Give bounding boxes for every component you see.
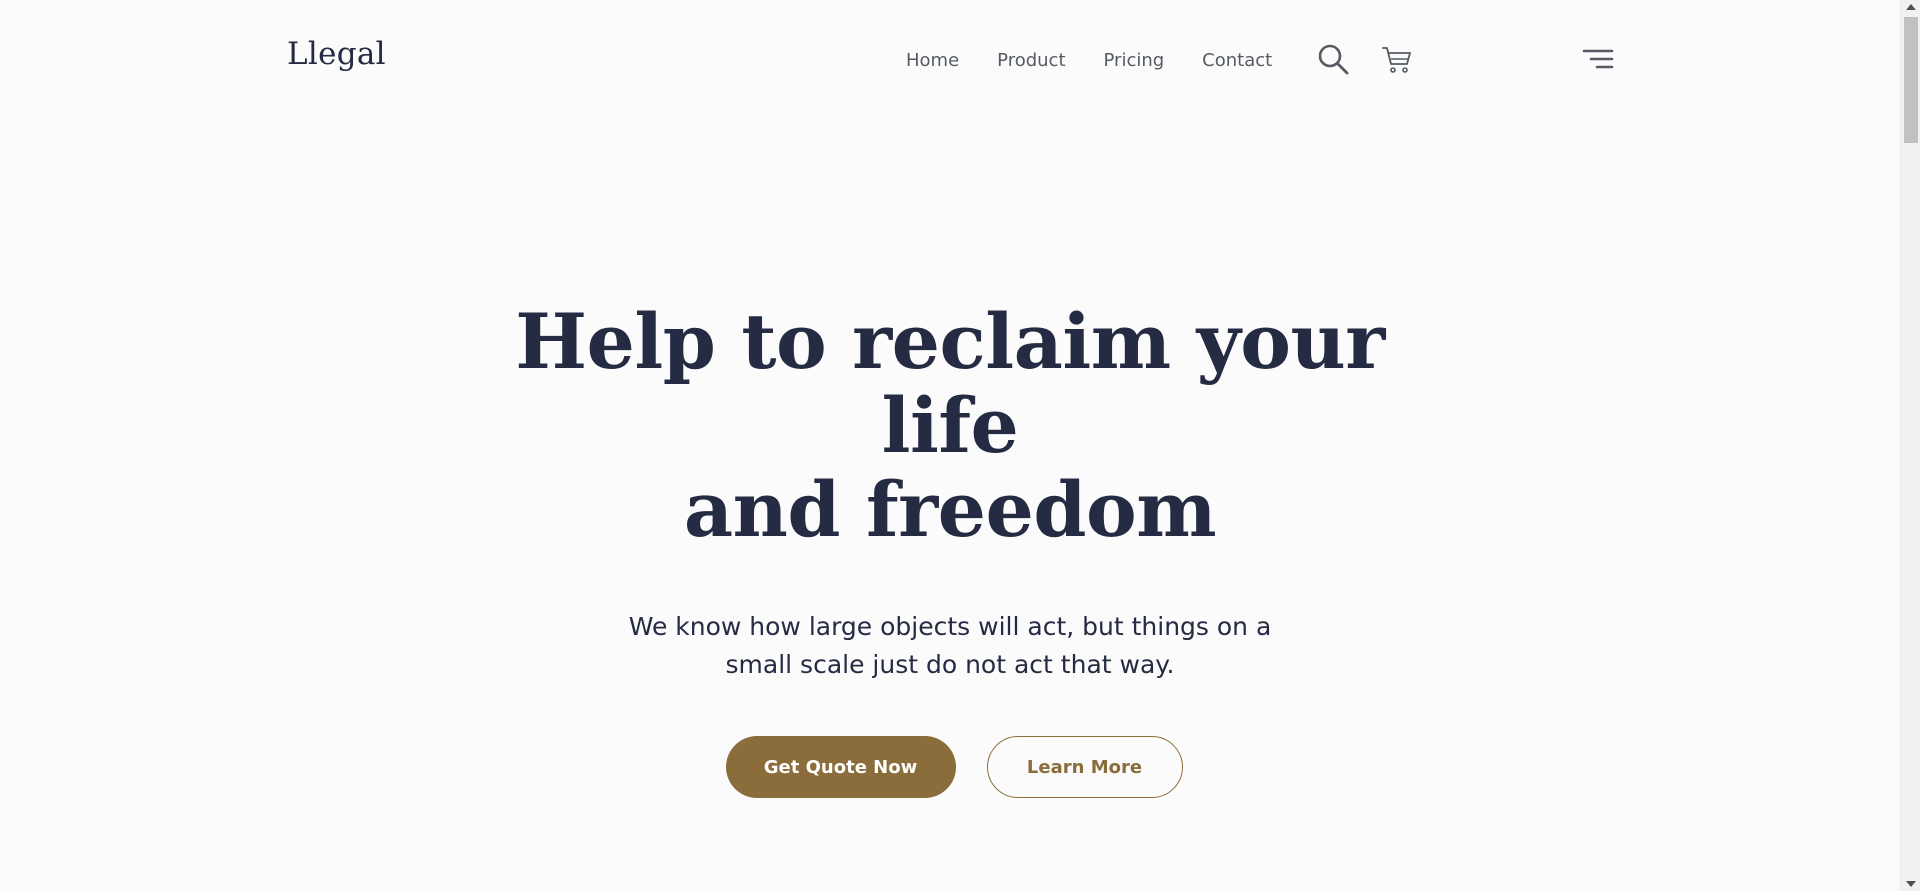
cart-icon: [1382, 47, 1411, 73]
get-quote-button[interactable]: Get Quote Now: [725, 736, 956, 798]
nav-contact[interactable]: Contact: [1202, 49, 1272, 73]
hero-subtitle-line-2: small scale just do not act that way.: [725, 650, 1175, 679]
hero-subtitle: We know how large objects will act, but …: [600, 608, 1300, 684]
logo[interactable]: Llegal: [287, 36, 386, 72]
nav-product[interactable]: Product: [997, 49, 1065, 73]
scroll-up-arrow-icon[interactable]: [1906, 4, 1916, 10]
site-header: Llegal Home Product Pricing Contact: [0, 0, 1900, 120]
hero-title-line-1: Help to reclaim your life: [515, 297, 1385, 470]
cart-button[interactable]: [1380, 43, 1414, 77]
search-icon: [1318, 44, 1349, 75]
nav-home[interactable]: Home: [906, 49, 959, 73]
cta-row: Get Quote Now Learn More: [0, 736, 1900, 798]
hero-title-line-2: and freedom: [683, 465, 1217, 554]
menu-button[interactable]: [1582, 47, 1614, 71]
hero-section: Help to reclaim your life and freedom We…: [0, 300, 1900, 798]
learn-more-button[interactable]: Learn More: [986, 736, 1183, 798]
search-button[interactable]: [1316, 42, 1350, 76]
main-nav: Home Product Pricing Contact: [906, 49, 1310, 73]
hero-title: Help to reclaim your life and freedom: [450, 300, 1450, 552]
vertical-scrollbar[interactable]: [1900, 0, 1920, 891]
hero-subtitle-line-1: We know how large objects will act, but …: [628, 612, 1272, 641]
scroll-thumb[interactable]: [1904, 17, 1918, 143]
menu-icon: [1582, 49, 1614, 69]
scroll-down-arrow-icon[interactable]: [1906, 881, 1916, 887]
nav-pricing[interactable]: Pricing: [1104, 49, 1165, 73]
